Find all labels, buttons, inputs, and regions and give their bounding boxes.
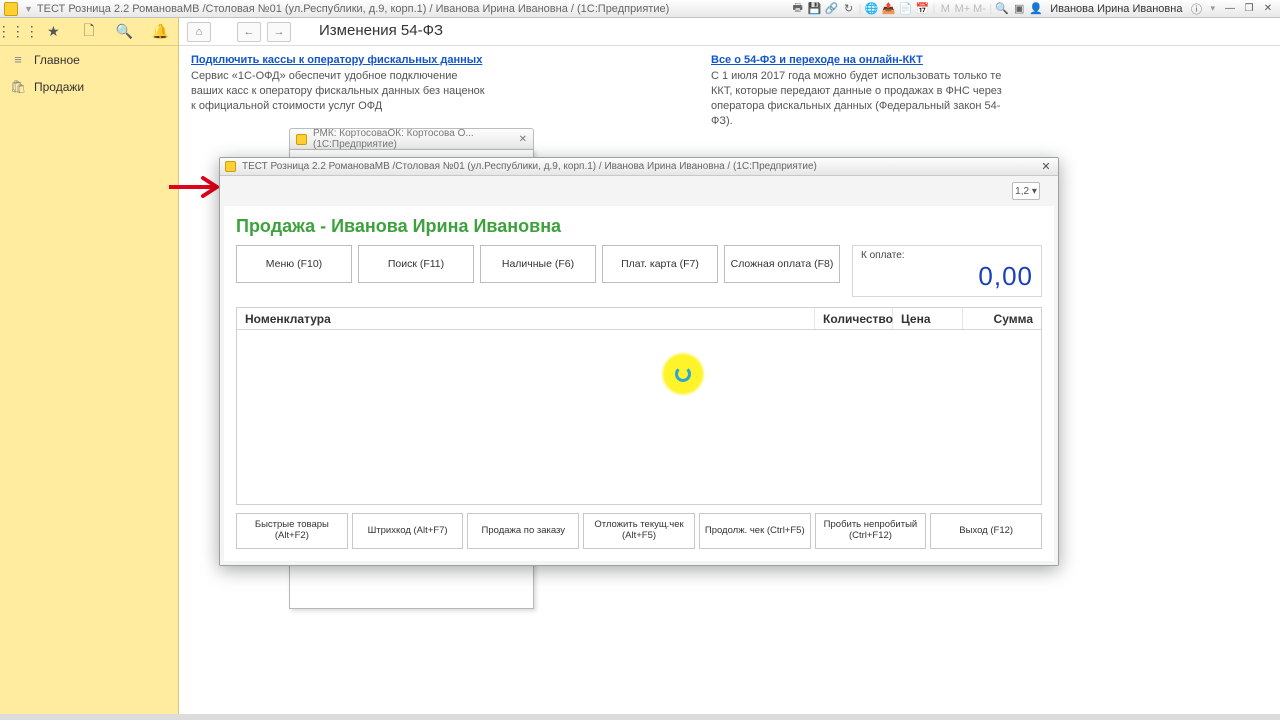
- sidebar-toolbar: ⋮⋮⋮ ★ 🗋 🔍 🔔: [0, 18, 178, 46]
- grid-header: Номенклатура Количество Цена Сумма: [237, 308, 1041, 330]
- col-price[interactable]: Цена: [893, 308, 963, 329]
- apps-icon[interactable]: ⋮⋮⋮: [9, 23, 27, 41]
- save-icon[interactable]: 💾: [808, 2, 822, 16]
- bag-icon: 🛍: [10, 79, 26, 95]
- resume-receipt-button[interactable]: Продолж. чек (Ctrl+F5): [699, 513, 811, 549]
- items-grid[interactable]: Номенклатура Количество Цена Сумма: [236, 307, 1042, 505]
- mminus-icon[interactable]: M-: [972, 2, 986, 16]
- sidebar-item-label: Главное: [34, 53, 80, 67]
- info-dd-icon[interactable]: ▾: [1210, 3, 1215, 14]
- bottom-button-row: Быстрые товары (Alt+F2) Штрихкод (Alt+F7…: [236, 513, 1042, 549]
- page-title: Изменения 54-ФЗ: [319, 22, 443, 39]
- send-icon[interactable]: 📤: [882, 2, 896, 16]
- total-value: 0,00: [861, 261, 1033, 292]
- info-icon[interactable]: ⓘ: [1189, 2, 1203, 16]
- col-nomenclature[interactable]: Номенклатура: [237, 308, 815, 329]
- print-icon[interactable]: 🖶: [791, 2, 805, 16]
- app-title: ТЕСТ Розница 2.2 РомановаМВ /Столовая №0…: [37, 3, 669, 15]
- app-titlebar: ▼ ТЕСТ Розница 2.2 РомановаМВ /Столовая …: [0, 0, 1280, 18]
- menu-icon: ≡: [10, 52, 26, 67]
- about-54fz-link[interactable]: Все о 54-ФЗ и переходе на онлайн-ККТ: [711, 54, 923, 66]
- mixed-pay-button[interactable]: Сложная оплата (F8): [724, 245, 840, 283]
- info-text-left: Сервис «1С-ОФД» обеспечит удобное подклю…: [191, 69, 491, 114]
- quick-goods-button[interactable]: Быстрые товары (Alt+F2): [236, 513, 348, 549]
- dialog-close-button[interactable]: ✕: [1039, 160, 1053, 173]
- bg-tab-logo-icon: [296, 134, 307, 145]
- loading-spinner-icon: [661, 352, 705, 396]
- bg-tab-close-icon[interactable]: ✕: [519, 134, 527, 145]
- panel-icon[interactable]: ▣: [1012, 2, 1026, 16]
- mplus-icon[interactable]: M+: [955, 2, 969, 16]
- clipboard-icon[interactable]: 🗋: [80, 23, 98, 41]
- m-icon[interactable]: M: [938, 2, 952, 16]
- background-window-tab[interactable]: РМК: КортосоваОК: Кортосова О... (1С:Пре…: [289, 128, 534, 150]
- forward-button[interactable]: →: [267, 22, 291, 42]
- refresh-icon[interactable]: ↻: [842, 2, 856, 16]
- top-button-row: Меню (F10) Поиск (F11) Наличные (F6) Пла…: [236, 245, 1042, 297]
- total-box: К оплате: 0,00: [852, 245, 1042, 297]
- titlebar-right: 🖶 💾 🔗 ↻ | 🌐 📤 📄 📅 | M M+ M- | 🔍 ▣ 👤 Иван…: [791, 2, 1276, 16]
- dialog-logo-icon: [225, 161, 236, 172]
- dialog-title-text: ТЕСТ Розница 2.2 РомановаМВ /Столовая №0…: [242, 161, 817, 172]
- dialog-heading: Продажа - Иванова Ирина Ивановна: [236, 216, 1042, 237]
- options-selector[interactable]: 1,2 ▾: [1012, 182, 1040, 200]
- search-icon[interactable]: 🔍: [995, 2, 1009, 16]
- sidebar: ⋮⋮⋮ ★ 🗋 🔍 🔔 ≡ Главное 🛍 Продажи: [0, 18, 179, 714]
- info-text-right: С 1 июля 2017 года можно будет использов…: [711, 69, 1011, 128]
- globe-icon[interactable]: 🌐: [865, 2, 879, 16]
- nav-bar: ⌂ ← → Изменения 54-ФЗ: [179, 18, 1280, 46]
- close-button[interactable]: ✕: [1260, 2, 1276, 16]
- sale-by-order-button[interactable]: Продажа по заказу: [467, 513, 579, 549]
- search-button[interactable]: Поиск (F11): [358, 245, 474, 283]
- barcode-button[interactable]: Штрихкод (Alt+F7): [352, 513, 464, 549]
- home-button[interactable]: ⌂: [187, 22, 211, 42]
- col-qty[interactable]: Количество: [815, 308, 893, 329]
- info-panel: Подключить кассы к оператору фискальных …: [179, 46, 1280, 136]
- bg-tab-title: РМК: КортосоваОК: Кортосова О... (1С:Пре…: [313, 128, 519, 150]
- print-pending-button[interactable]: Пробить непробитый (Ctrl+F12): [815, 513, 927, 549]
- bell-icon[interactable]: 🔔: [151, 23, 169, 41]
- dropdown-icon[interactable]: ▼: [24, 4, 33, 14]
- minimize-button[interactable]: —: [1222, 2, 1238, 16]
- sidebar-item-label: Продажи: [34, 80, 84, 94]
- doc-icon[interactable]: 📄: [899, 2, 913, 16]
- connect-ofd-link[interactable]: Подключить кассы к оператору фискальных …: [191, 54, 482, 66]
- search-sb-icon[interactable]: 🔍: [116, 23, 134, 41]
- app-logo-icon: [4, 2, 18, 16]
- hold-receipt-button[interactable]: Отложить текущ.чек (Alt+F5): [583, 513, 695, 549]
- dialog-titlebar[interactable]: ТЕСТ Розница 2.2 РомановаМВ /Столовая №0…: [220, 158, 1058, 176]
- exit-button[interactable]: Выход (F12): [930, 513, 1042, 549]
- cash-button[interactable]: Наличные (F6): [480, 245, 596, 283]
- menu-button[interactable]: Меню (F10): [236, 245, 352, 283]
- card-button[interactable]: Плат. карта (F7): [602, 245, 718, 283]
- main-area: ⌂ ← → Изменения 54-ФЗ Подключить кассы к…: [179, 18, 1280, 714]
- calendar-icon[interactable]: 📅: [916, 2, 930, 16]
- link-icon[interactable]: 🔗: [825, 2, 839, 16]
- total-label: К оплате:: [861, 250, 1033, 261]
- back-button[interactable]: ←: [237, 22, 261, 42]
- sidebar-item-main[interactable]: ≡ Главное: [0, 46, 178, 73]
- restore-button[interactable]: ❐: [1241, 2, 1257, 16]
- user-icon: 👤: [1029, 2, 1043, 16]
- user-name[interactable]: Иванова Ирина Ивановна: [1050, 3, 1182, 15]
- star-icon[interactable]: ★: [44, 23, 62, 41]
- col-sum[interactable]: Сумма: [963, 308, 1041, 329]
- sale-dialog: ТЕСТ Розница 2.2 РомановаМВ /Столовая №0…: [219, 157, 1059, 566]
- sidebar-item-sales[interactable]: 🛍 Продажи: [0, 73, 178, 101]
- pointer-arrow-icon: [169, 176, 219, 198]
